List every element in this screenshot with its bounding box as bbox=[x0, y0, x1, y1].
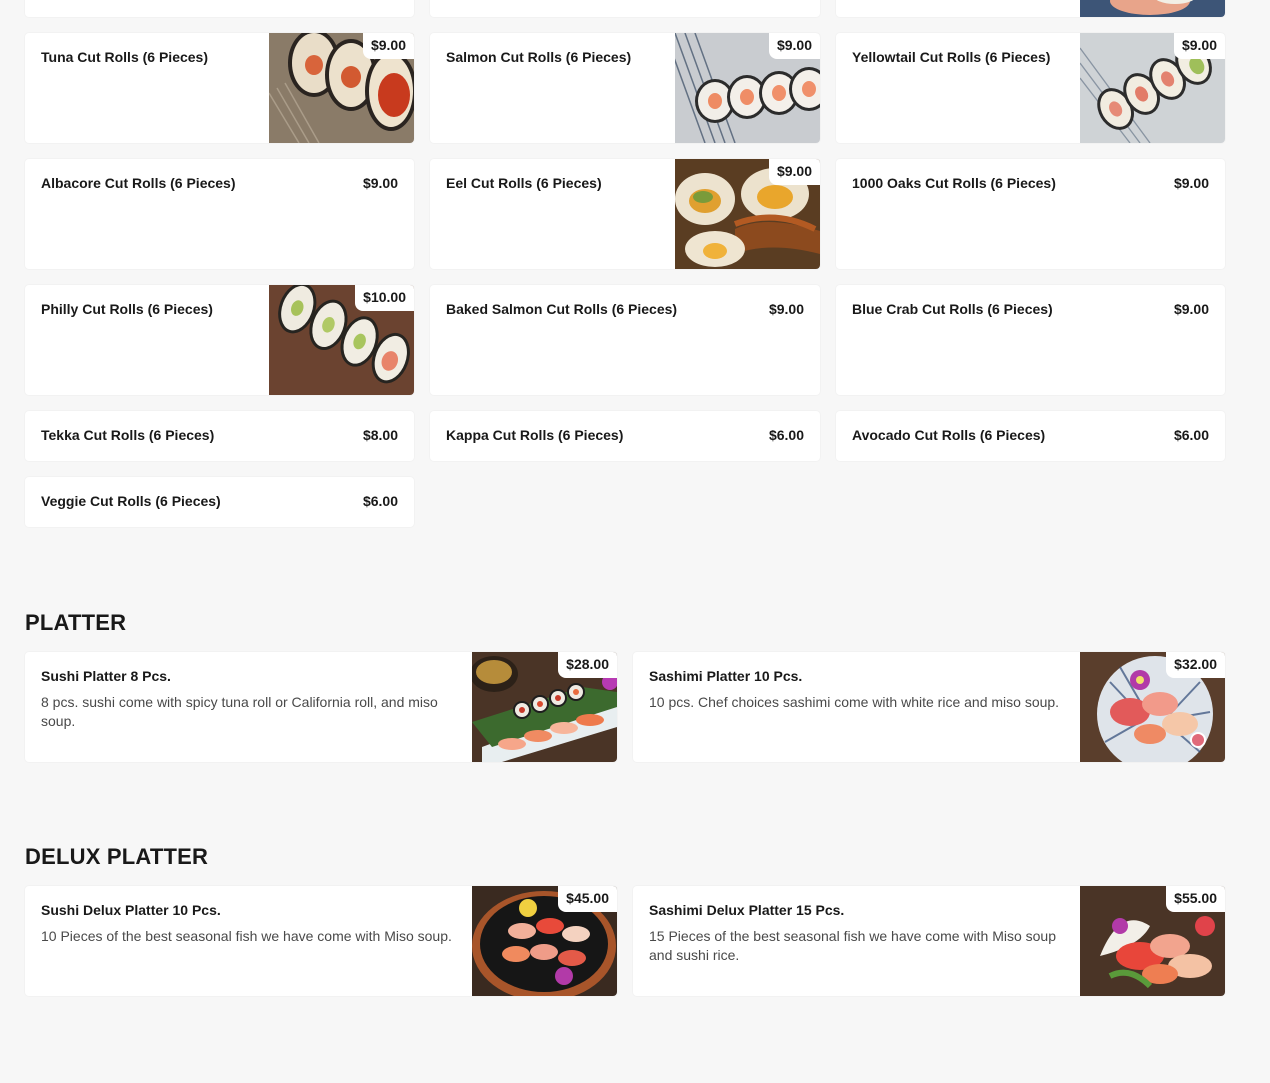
item-name: Sashimi Platter 10 Pcs. bbox=[649, 668, 803, 684]
item-description: 15 Pieces of the best seasonal fish we h… bbox=[649, 928, 1056, 963]
item-description: 10 Pieces of the best seasonal fish we h… bbox=[41, 928, 452, 944]
menu-item-sushi-delux-platter[interactable]: Sushi Delux Platter 10 Pcs. 10 Pieces of… bbox=[25, 886, 617, 996]
price-badge: $55.00 bbox=[1166, 886, 1225, 912]
item-name: Tuna Cut Rolls (6 Pieces) bbox=[41, 49, 208, 65]
menu-item-baked-salmon-cut-rolls[interactable]: Baked Salmon Cut Rolls (6 Pieces) $9.00 bbox=[430, 285, 820, 395]
menu-item-tekka-cut-rolls[interactable]: Tekka Cut Rolls (6 Pieces) $8.00 bbox=[25, 411, 414, 461]
price-badge: $9.00 bbox=[768, 33, 820, 59]
price-badge: $9.00 bbox=[768, 159, 820, 185]
menu-item-kappa-cut-rolls[interactable]: Kappa Cut Rolls (6 Pieces) $6.00 bbox=[430, 411, 820, 461]
item-photo: $55.00 bbox=[1080, 886, 1225, 996]
menu-item-blue-crab-cut-rolls[interactable]: Blue Crab Cut Rolls (6 Pieces) $9.00 bbox=[836, 285, 1225, 395]
menu-item-card[interactable] bbox=[430, 0, 820, 17]
item-name: 1000 Oaks Cut Rolls (6 Pieces) bbox=[852, 175, 1056, 191]
price-badge: $45.00 bbox=[558, 886, 617, 912]
item-photo: $10.00 bbox=[269, 285, 414, 395]
menu-item-veggie-cut-rolls[interactable]: Veggie Cut Rolls (6 Pieces) $6.00 bbox=[25, 477, 414, 527]
price-badge: $28.00 bbox=[558, 652, 617, 678]
item-price: $6.00 bbox=[768, 427, 804, 443]
item-price: $9.00 bbox=[768, 301, 804, 317]
item-name: Veggie Cut Rolls (6 Pieces) bbox=[41, 493, 221, 509]
item-photo: $9.00 bbox=[269, 33, 414, 143]
item-name: Philly Cut Rolls (6 Pieces) bbox=[41, 301, 213, 317]
item-photo: $9.00 bbox=[675, 33, 820, 143]
menu-item-card[interactable] bbox=[836, 0, 1225, 17]
menu-item-sashimi-platter[interactable]: Sashimi Platter 10 Pcs. 10 pcs. Chef cho… bbox=[633, 652, 1225, 762]
price-badge: $10.00 bbox=[355, 285, 414, 311]
item-description: 8 pcs. sushi come with spicy tuna roll o… bbox=[41, 694, 438, 729]
menu-item-sushi-platter[interactable]: Sushi Platter 8 Pcs. 8 pcs. sushi come w… bbox=[25, 652, 617, 762]
menu-item-card[interactable] bbox=[25, 0, 414, 17]
section-title-platter: PLATTER bbox=[25, 610, 127, 635]
item-name: Yellowtail Cut Rolls (6 Pieces) bbox=[852, 49, 1051, 65]
cut-rolls-grid: Tuna Cut Rolls (6 Pieces) $9.00 Salmon C… bbox=[25, 0, 1225, 527]
menu-item-yellowtail-cut-rolls[interactable]: Yellowtail Cut Rolls (6 Pieces) $9.00 bbox=[836, 33, 1225, 143]
item-name: Tekka Cut Rolls (6 Pieces) bbox=[41, 427, 215, 443]
item-photo: $9.00 bbox=[675, 159, 820, 269]
item-name: Sushi Delux Platter 10 Pcs. bbox=[41, 902, 221, 918]
item-photo: $45.00 bbox=[472, 886, 617, 996]
item-name: Albacore Cut Rolls (6 Pieces) bbox=[41, 175, 236, 191]
delux-platter-grid: Sushi Delux Platter 10 Pcs. 10 Pieces of… bbox=[25, 886, 1225, 996]
price-badge: $9.00 bbox=[1173, 33, 1225, 59]
item-price: $9.00 bbox=[1173, 175, 1209, 191]
item-price: $8.00 bbox=[362, 427, 398, 443]
cut-rolls-section: Tuna Cut Rolls (6 Pieces) $9.00 Salmon C… bbox=[25, 0, 1225, 527]
menu-item-1000-oaks-cut-rolls[interactable]: 1000 Oaks Cut Rolls (6 Pieces) $9.00 bbox=[836, 159, 1225, 269]
item-name: Blue Crab Cut Rolls (6 Pieces) bbox=[852, 301, 1053, 317]
item-price: $6.00 bbox=[362, 493, 398, 509]
section-title-delux-platter: DELUX PLATTER bbox=[25, 844, 209, 869]
item-price: $6.00 bbox=[1173, 427, 1209, 443]
menu-item-avocado-cut-rolls[interactable]: Avocado Cut Rolls (6 Pieces) $6.00 bbox=[836, 411, 1225, 461]
platter-grid: Sushi Platter 8 Pcs. 8 pcs. sushi come w… bbox=[25, 652, 1225, 762]
item-photo: $28.00 bbox=[472, 652, 617, 762]
item-name: Sushi Platter 8 Pcs. bbox=[41, 668, 171, 684]
item-name: Salmon Cut Rolls (6 Pieces) bbox=[446, 49, 632, 65]
menu-item-tuna-cut-rolls[interactable]: Tuna Cut Rolls (6 Pieces) $9.00 bbox=[25, 33, 414, 143]
item-name: Kappa Cut Rolls (6 Pieces) bbox=[446, 427, 624, 443]
item-price: $9.00 bbox=[1173, 301, 1209, 317]
item-name: Eel Cut Rolls (6 Pieces) bbox=[446, 175, 602, 191]
menu-item-philly-cut-rolls[interactable]: Philly Cut Rolls (6 Pieces) $10.00 bbox=[25, 285, 414, 395]
item-photo: $32.00 bbox=[1080, 652, 1225, 762]
item-photo: $9.00 bbox=[1080, 33, 1225, 143]
item-photo bbox=[1080, 0, 1225, 17]
price-badge: $32.00 bbox=[1166, 652, 1225, 678]
item-description: 10 pcs. Chef choices sashimi come with w… bbox=[649, 694, 1060, 710]
item-price: $9.00 bbox=[362, 175, 398, 191]
item-name: Baked Salmon Cut Rolls (6 Pieces) bbox=[446, 301, 678, 317]
item-name: Sashimi Delux Platter 15 Pcs. bbox=[649, 902, 845, 918]
menu-item-albacore-cut-rolls[interactable]: Albacore Cut Rolls (6 Pieces) $9.00 bbox=[25, 159, 414, 269]
price-badge: $9.00 bbox=[362, 33, 414, 59]
menu-item-eel-cut-rolls[interactable]: Eel Cut Rolls (6 Pieces) $9.00 bbox=[430, 159, 820, 269]
item-name: Avocado Cut Rolls (6 Pieces) bbox=[852, 427, 1046, 443]
menu-item-salmon-cut-rolls[interactable]: Salmon Cut Rolls (6 Pieces) $9.00 bbox=[430, 33, 820, 143]
menu-item-sashimi-delux-platter[interactable]: Sashimi Delux Platter 15 Pcs. 15 Pieces … bbox=[633, 886, 1225, 996]
